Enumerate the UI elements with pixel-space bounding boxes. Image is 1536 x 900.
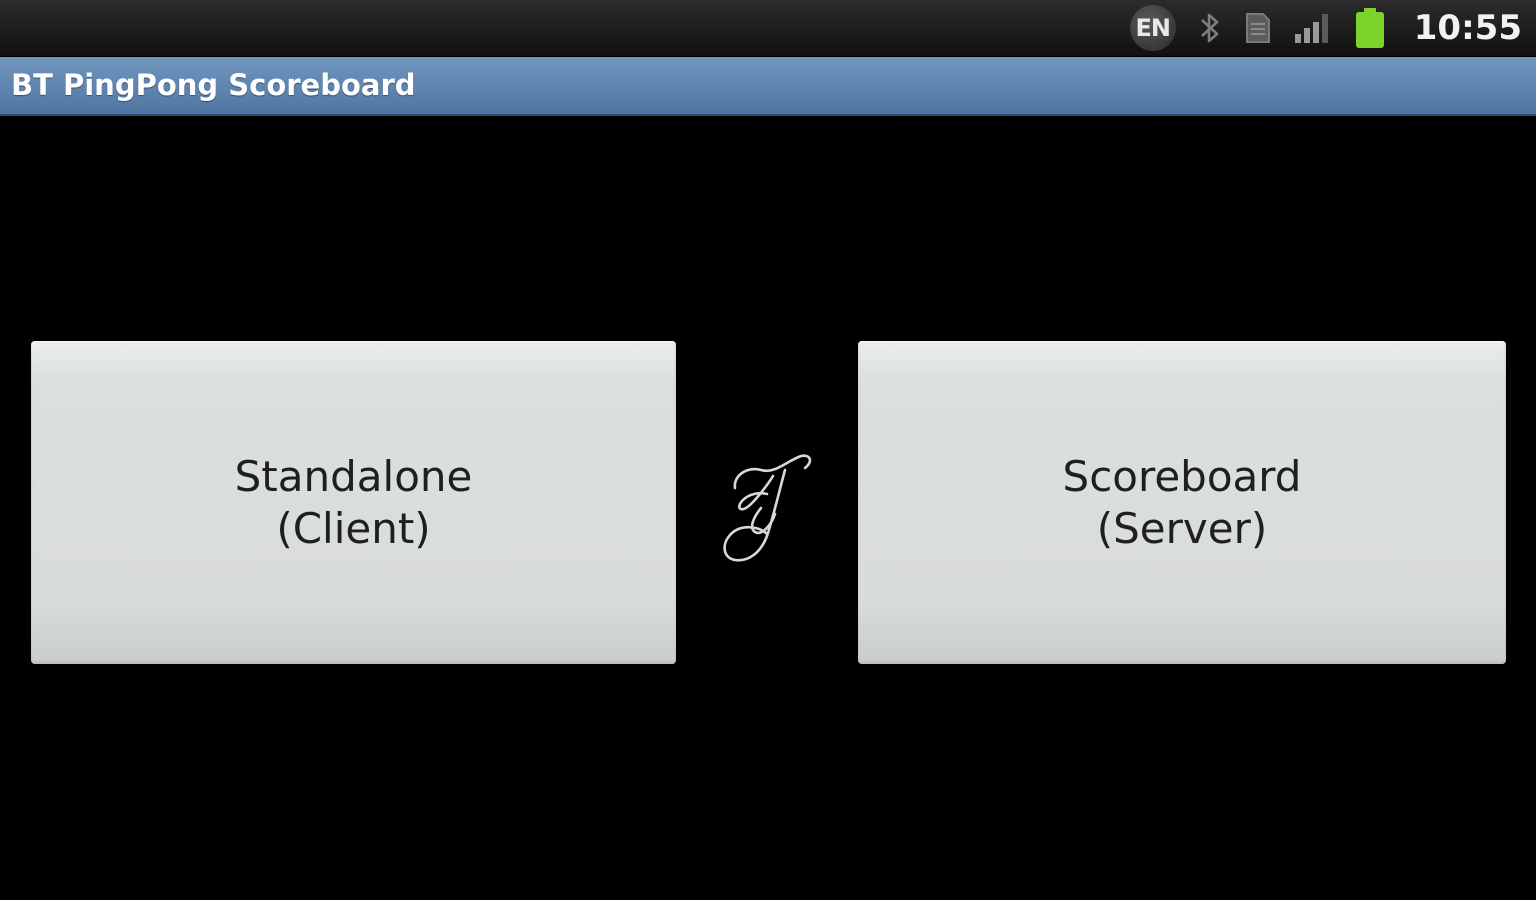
scoreboard-server-label: Scoreboard (Server) — [1063, 451, 1302, 555]
scoreboard-button-line1: Scoreboard — [1062, 451, 1302, 501]
scoreboard-button-line2: (Server) — [1096, 503, 1268, 553]
standalone-button-line1: Standalone — [234, 451, 473, 501]
standalone-button-line2: (Client) — [276, 503, 431, 553]
sd-card-icon — [1245, 13, 1270, 43]
language-icon: EN — [1129, 5, 1176, 51]
screen: EN 10:55 BT PingPong Scoreboard Standalo… — [0, 0, 1536, 900]
clock: 10:55 — [1413, 8, 1522, 48]
bluetooth-icon — [1200, 13, 1219, 43]
title-bar: BT PingPong Scoreboard — [0, 57, 1536, 116]
battery-icon — [1355, 8, 1384, 48]
language-label: EN — [1135, 14, 1171, 42]
standalone-client-button[interactable]: Standalone (Client) — [31, 341, 676, 664]
status-icons: EN 10:55 — [1129, 0, 1522, 56]
g-monogram-logo-icon — [723, 454, 812, 562]
status-bar: EN 10:55 — [0, 0, 1536, 57]
signal-icon — [1294, 14, 1328, 43]
scoreboard-server-button[interactable]: Scoreboard (Server) — [858, 341, 1506, 664]
standalone-client-label: Standalone (Client) — [235, 451, 473, 555]
app-title: BT PingPong Scoreboard — [11, 68, 416, 102]
